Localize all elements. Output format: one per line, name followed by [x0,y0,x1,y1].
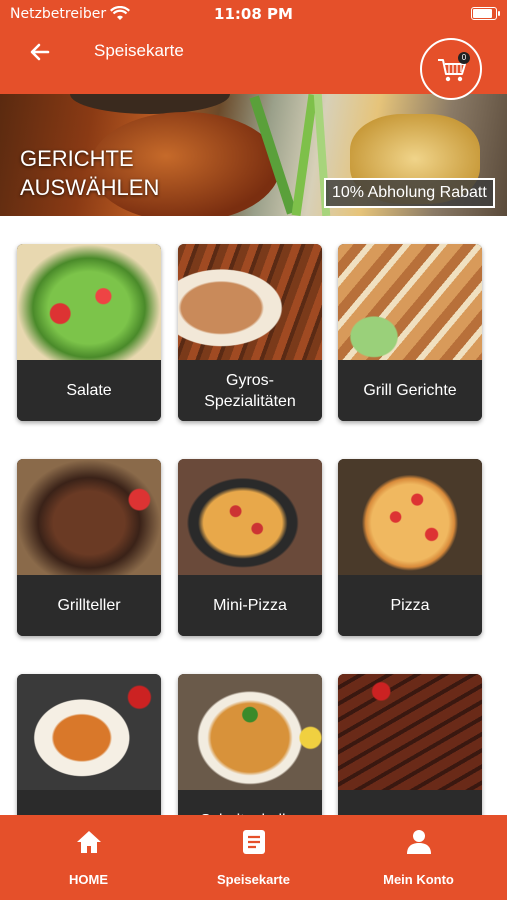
tab-home-label: HOME [69,872,108,887]
category-label: Salate [17,360,161,421]
pizza-image [338,459,482,575]
category-label: Grillteller [17,575,161,636]
grilled-meat-image [17,459,161,575]
category-label: Mini-Pizza [178,575,322,636]
steak-image [338,674,482,790]
battery-icon [471,7,500,20]
category-grid: Salate Gyros-Spezialitäten Grill Gericht… [0,216,507,851]
user-icon [406,829,432,855]
cart-button[interactable]: 0 [420,38,482,100]
banner-plate-image [70,94,230,114]
cart-count-badge: 0 [458,52,470,64]
category-label: Pizza [338,575,482,636]
tab-speisekarte-label: Speisekarte [217,872,290,887]
promo-badge: 10% Abholung Rabatt [324,178,495,208]
banner-onion-image-2 [291,94,318,216]
category-card-salate[interactable]: Salate [17,244,161,421]
status-bar: Netzbetreiber 11:08 PM [0,0,507,30]
app-bar: Speisekarte 0 [0,30,507,100]
page-title: Speisekarte [94,41,184,60]
salad-image [17,244,161,360]
mini-pizza-image [178,459,322,575]
hero-banner: GERICHTE AUSWÄHLEN 10% Abholung Rabatt [0,94,507,216]
grill-skewers-image [338,244,482,360]
tab-speisekarte[interactable]: Speisekarte [169,815,338,900]
tab-home[interactable]: HOME [4,815,173,900]
category-card-mini-pizza[interactable]: Mini-Pizza [178,459,322,636]
category-label: Gyros-Spezialitäten [178,360,322,421]
back-arrow-icon[interactable] [28,40,52,64]
category-card-gyros[interactable]: Gyros-Spezialitäten [178,244,322,421]
banner-heading: GERICHTE AUSWÄHLEN [20,146,160,200]
bottom-tab-bar: HOME Speisekarte Mein Konto [0,815,507,900]
category-card-grill-gerichte[interactable]: Grill Gerichte [338,244,482,421]
category-card-pizza[interactable]: Pizza [338,459,482,636]
status-time: 11:08 PM [214,5,293,23]
category-card-grillteller[interactable]: Grillteller [17,459,161,636]
menu-card-icon [241,829,267,855]
category-label: Grill Gerichte [338,360,482,421]
tab-mein-konto[interactable]: Mein Konto [334,815,503,900]
schnitzel-image [178,674,322,790]
spaghetti-image [17,674,161,790]
home-icon [76,829,102,855]
gyros-image [178,244,322,360]
tab-mein-konto-label: Mein Konto [383,872,454,887]
